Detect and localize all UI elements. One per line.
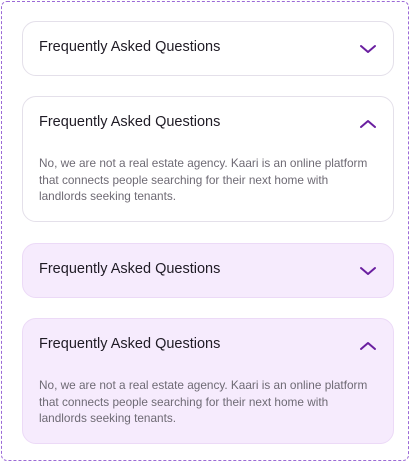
faq-header[interactable]: Frequently Asked Questions	[23, 97, 393, 151]
faq-question: Frequently Asked Questions	[39, 336, 221, 352]
chevron-down-icon[interactable]	[357, 262, 379, 280]
faq-item-collapsed-highlighted: Frequently Asked Questions	[22, 243, 394, 298]
faq-answer: No, we are not a real estate agency. Kaa…	[39, 378, 368, 425]
faq-question: Frequently Asked Questions	[39, 39, 221, 55]
faq-header[interactable]: Frequently Asked Questions	[23, 319, 393, 373]
faq-item-expanded: Frequently Asked Questions No, we are no…	[22, 96, 394, 222]
faq-question: Frequently Asked Questions	[39, 114, 221, 130]
faq-item-expanded-highlighted: Frequently Asked Questions No, we are no…	[22, 318, 394, 444]
chevron-down-icon[interactable]	[357, 40, 379, 58]
faq-answer: No, we are not a real estate agency. Kaa…	[39, 156, 368, 203]
faq-item-collapsed: Frequently Asked Questions	[22, 21, 394, 76]
faq-header[interactable]: Frequently Asked Questions	[23, 22, 393, 76]
faq-header[interactable]: Frequently Asked Questions	[23, 244, 393, 298]
chevron-up-icon[interactable]	[357, 337, 379, 355]
chevron-up-icon[interactable]	[357, 115, 379, 133]
faq-question: Frequently Asked Questions	[39, 261, 221, 277]
component-frame: Frequently Asked Questions Frequently As…	[1, 1, 409, 461]
